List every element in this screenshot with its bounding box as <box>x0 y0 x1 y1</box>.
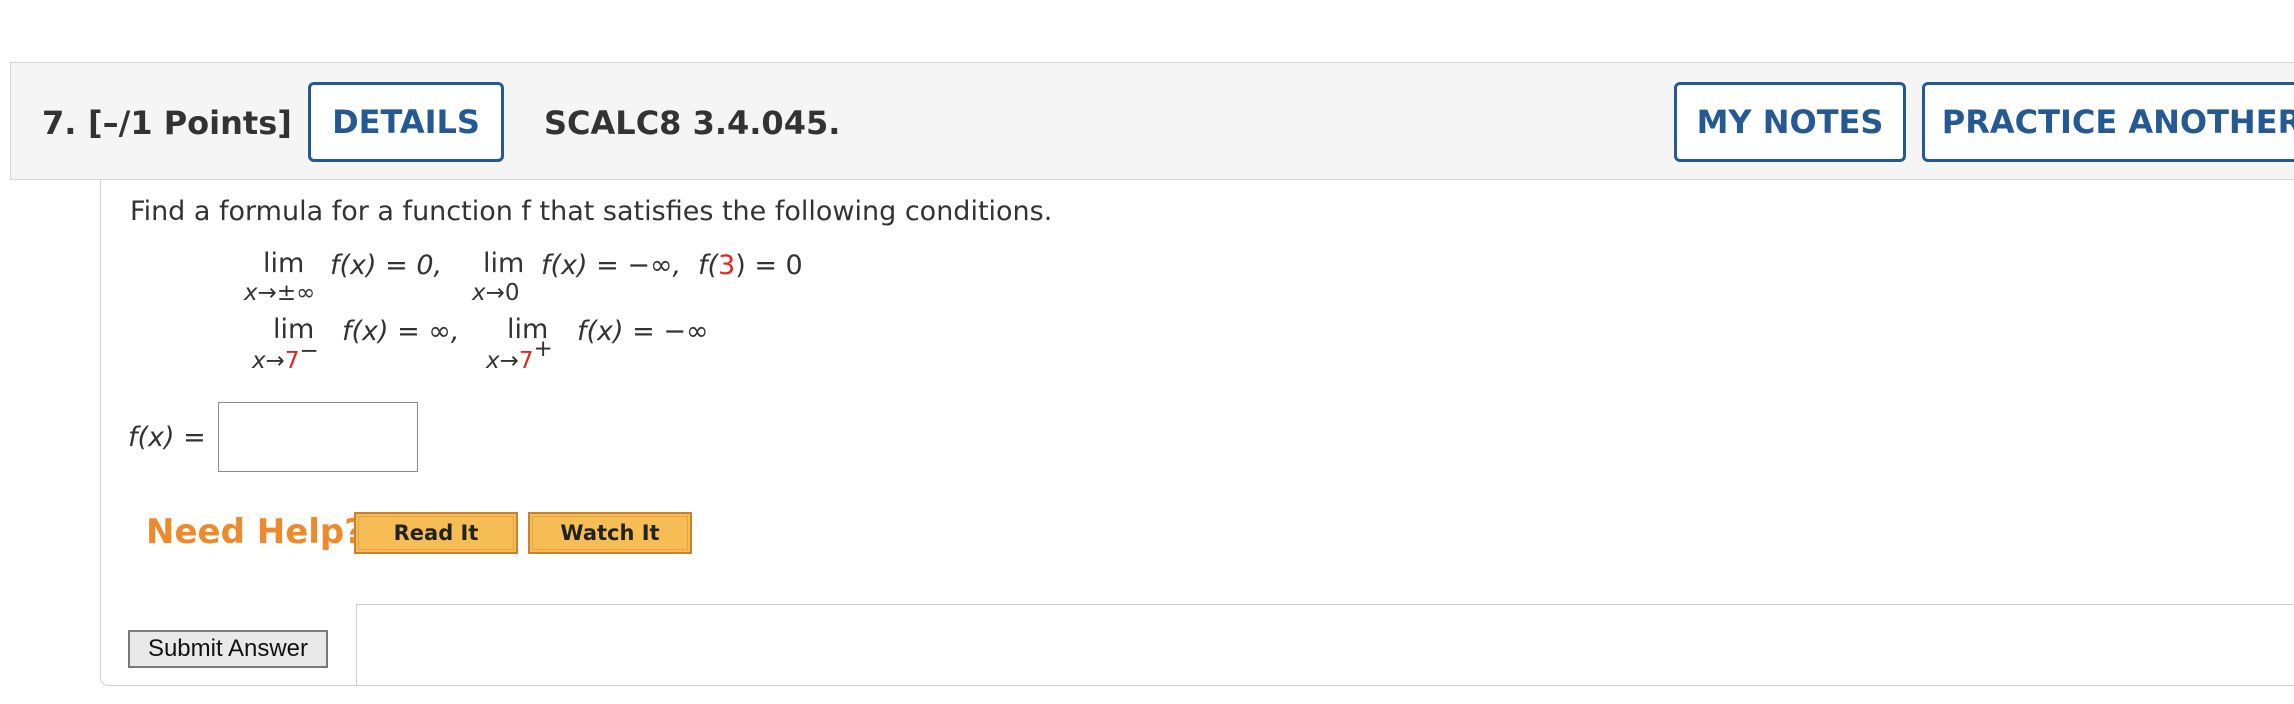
lim-5-subscript: x→7+ <box>486 336 553 374</box>
lim-1-subscript: x→±∞ <box>244 280 316 306</box>
condition-4-expr: f(x) = ∞, <box>342 316 460 347</box>
lim-2: lim <box>483 248 525 279</box>
points-label: [–/1 Points] <box>88 104 292 142</box>
submit-divider <box>356 604 2294 686</box>
answer-label: f(x) = <box>128 422 206 453</box>
answer-input[interactable] <box>218 402 418 472</box>
lim-4-subscript: x→7− <box>252 338 319 374</box>
need-help-label: Need Help? <box>146 512 364 552</box>
submit-answer-button[interactable]: Submit Answer <box>128 630 328 668</box>
condition-3-value: 3 <box>718 250 736 281</box>
instructions: Find a formula for a function f that sat… <box>130 196 1052 227</box>
details-button[interactable]: DETAILS <box>308 82 504 162</box>
condition-1-expr: f(x) = 0, <box>330 250 443 281</box>
lim-2-subscript: x→0 <box>472 280 520 306</box>
condition-2-expr: f(x) = −∞, <box>541 250 682 281</box>
problem-code: SCALC8 3.4.045. <box>544 104 841 142</box>
condition-3-expr: f(3) = 0 <box>698 250 803 281</box>
condition-5-expr: f(x) = −∞ <box>577 316 709 347</box>
my-notes-button[interactable]: MY NOTES <box>1674 82 1906 162</box>
question-number: 7. <box>42 104 77 142</box>
watch-it-button[interactable]: Watch It <box>528 512 692 554</box>
lim-1: lim <box>263 248 305 279</box>
read-it-button[interactable]: Read It <box>354 512 518 554</box>
practice-another-button[interactable]: PRACTICE ANOTHER <box>1922 82 2294 162</box>
instructions-text: Find a formula for a function f that sat… <box>130 196 1053 227</box>
